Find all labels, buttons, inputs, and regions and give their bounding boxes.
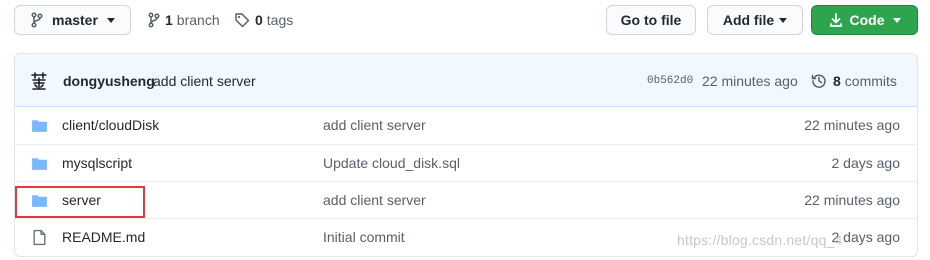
commits-count: 8 (833, 73, 841, 89)
code-label: Code (849, 12, 885, 28)
file-age: 22 minutes ago (804, 192, 900, 208)
git-branch-icon (31, 12, 43, 28)
file-commit-message[interactable]: Update cloud_disk.sql (323, 155, 460, 171)
folder-icon (31, 117, 48, 134)
git-branch-icon (148, 12, 160, 28)
file-name-link[interactable]: README.md (62, 229, 145, 245)
file-name-link[interactable]: mysqlscript (62, 155, 132, 171)
watermark: https://blog.csdn.net/qq_4 (677, 232, 843, 248)
avatar[interactable] (29, 71, 49, 91)
chevron-down-icon (779, 17, 788, 23)
file-commit-message[interactable]: Initial commit (323, 229, 405, 245)
file-commit-message[interactable]: add client server (323, 192, 426, 208)
commit-message-link[interactable]: add client server (153, 73, 256, 89)
file-row[interactable]: mysqlscript Update cloud_disk.sql 2 days… (15, 144, 917, 181)
chevron-down-icon (106, 17, 115, 23)
commit-author-link[interactable]: dongyusheng (63, 73, 155, 89)
tags-label: tags (266, 12, 294, 28)
branch-select-label: master (52, 12, 98, 28)
file-browser: dongyusheng add client server 0b562d0 22… (14, 53, 918, 257)
go-to-file-button[interactable]: Go to file (606, 5, 696, 35)
file-age: 2 days ago (831, 155, 901, 171)
file-name-link[interactable]: client/cloudDisk (62, 117, 159, 133)
commit-time: 22 minutes ago (702, 73, 798, 89)
file-row[interactable]: server add client server 22 minutes ago (15, 181, 917, 218)
branch-select-button[interactable]: master (14, 5, 131, 35)
commit-sha-link[interactable]: 0b562d0 (647, 75, 693, 87)
file-icon (31, 229, 48, 246)
download-icon (829, 12, 843, 28)
file-commit-message[interactable]: add client server (323, 117, 426, 133)
file-row[interactable]: client/cloudDisk add client server 22 mi… (15, 107, 917, 144)
branches-link[interactable]: 1 branch (148, 5, 220, 35)
file-age: 22 minutes ago (804, 117, 900, 133)
tags-count: 0 (255, 12, 263, 28)
commits-link[interactable]: 8 commits (811, 73, 897, 89)
folder-icon (31, 155, 48, 172)
history-icon (811, 73, 827, 89)
latest-commit-bar: dongyusheng add client server 0b562d0 22… (15, 54, 917, 107)
repo-toolbar: master 1 branch 0 tags Go to file Add fi… (14, 5, 918, 37)
chevron-down-icon (892, 17, 901, 23)
add-file-button[interactable]: Add file (707, 5, 803, 35)
highlight-annotation-box (15, 186, 145, 218)
branches-count: 1 (165, 12, 173, 28)
commits-label: commits (844, 73, 897, 89)
code-button[interactable]: Code (811, 5, 918, 35)
tags-link[interactable]: 0 tags (234, 5, 293, 35)
tag-icon (234, 12, 250, 28)
branches-label: branch (176, 12, 220, 28)
add-file-label: Add file (722, 12, 775, 28)
